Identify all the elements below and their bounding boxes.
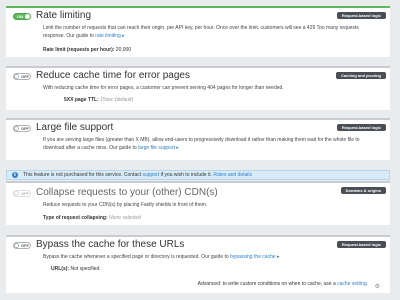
large-file-toggle[interactable]: OFF: [13, 125, 31, 132]
category-badge: Request-based logic: [336, 124, 386, 131]
bypass-title: Bypass the cache for these URLs: [36, 239, 185, 250]
gear-icon[interactable]: ⚙: [375, 283, 380, 290]
banner-text-2: if you wish to include it.: [159, 172, 214, 178]
setting-label: URL(s):: [51, 266, 70, 272]
cache-time-toggle[interactable]: OFF: [13, 73, 31, 80]
rate-limiting-title: Rate limiting: [36, 10, 92, 21]
cache-time-card: OFF Reduce cache time for error pages Ca…: [6, 66, 390, 110]
toggle-knob: [14, 243, 19, 248]
contact-support-link[interactable]: support: [143, 172, 160, 178]
bypass-urls-setting[interactable]: URL(s): Not specified: [51, 266, 99, 272]
toggle-knob: [25, 14, 30, 19]
toggle-label: OFF: [21, 243, 29, 248]
collapse-title: Collapse requests to your (other) CDN(s): [36, 187, 218, 198]
bypass-card: OFF Bypass the cache for these URLs Requ…: [6, 235, 390, 293]
category-badge: Request-based logic: [336, 241, 386, 248]
toggle-label: OFF: [21, 74, 29, 79]
rate-limiting-toggle[interactable]: ON: [13, 13, 31, 20]
collapse-toggle: OFF: [13, 190, 31, 197]
setting-value: None selected: [109, 215, 141, 221]
setting-label: 5XX page TTL:: [64, 97, 99, 103]
info-icon: i: [12, 172, 18, 178]
rate-limiting-card: ON Rate limiting Request-based logic Lim…: [6, 6, 390, 57]
collapse-type-setting: Type of request collapsing: None selecte…: [43, 215, 141, 221]
description-text: If you are serving large files (greater …: [43, 137, 360, 151]
collapse-description: Reduce requests to your CDN(s) by placin…: [43, 202, 208, 208]
rates-details-link[interactable]: Rates and details: [213, 172, 252, 178]
rate-limiting-description: Limit the number of requests that can re…: [43, 24, 382, 40]
category-badge: Caching and pruning: [336, 72, 386, 79]
setting-label: Type of request collapsing:: [43, 215, 108, 221]
description-text: Limit the number of requests that can re…: [43, 25, 359, 39]
toggle-knob: [14, 126, 19, 131]
advanced-end: .: [366, 281, 368, 287]
large-file-title: Large file support: [36, 122, 114, 133]
toggle-knob: [14, 74, 19, 79]
cache-time-description: With reducing cache time for error pages…: [43, 85, 284, 91]
setting-value: Not specified: [70, 266, 100, 272]
advanced-text: Advanced: to write custom conditions on …: [197, 281, 338, 287]
bypass-guide-link[interactable]: bypassing the cache ▸: [230, 254, 280, 260]
large-file-card: OFF Large file support Request-based log…: [6, 118, 390, 160]
toggle-label: OFF: [21, 126, 29, 131]
toggle-label: OFF: [21, 191, 29, 196]
collapse-card: OFF Collapse requests to your (other) CD…: [6, 181, 390, 225]
rate-limiting-guide-link[interactable]: rate limiting ▸: [95, 33, 124, 39]
category-badge: Domains & origins: [340, 187, 386, 194]
not-purchased-banner: i This feature is not purchased for this…: [6, 170, 390, 180]
rate-limit-setting[interactable]: Rate limit (requests per hour): 20,000: [43, 47, 131, 53]
setting-value: 20,000: [115, 47, 132, 53]
banner-text: This feature is not purchased for this s…: [23, 172, 143, 178]
bypass-description: Bypass the cache whenever a specified pa…: [43, 253, 382, 261]
setting-label: Rate limit (requests per hour):: [43, 47, 115, 53]
toggle-knob: [14, 191, 19, 196]
bypass-toggle[interactable]: OFF: [13, 242, 31, 249]
advanced-note: Advanced: to write custom conditions on …: [198, 281, 368, 287]
large-file-guide-link[interactable]: large file support ▸: [138, 145, 179, 151]
toggle-label: ON: [17, 14, 23, 19]
cache-time-title: Reduce cache time for error pages: [36, 70, 190, 81]
setting-value: 15sec (default): [100, 97, 134, 103]
category-badge: Request-based logic: [336, 12, 386, 19]
large-file-description: If you are serving large files (greater …: [43, 136, 382, 152]
description-text: Bypass the cache whenever a specified pa…: [43, 254, 231, 260]
error-ttl-setting[interactable]: 5XX page TTL: 15sec (default): [64, 97, 133, 103]
cache-setting-link[interactable]: cache setting: [337, 281, 366, 287]
